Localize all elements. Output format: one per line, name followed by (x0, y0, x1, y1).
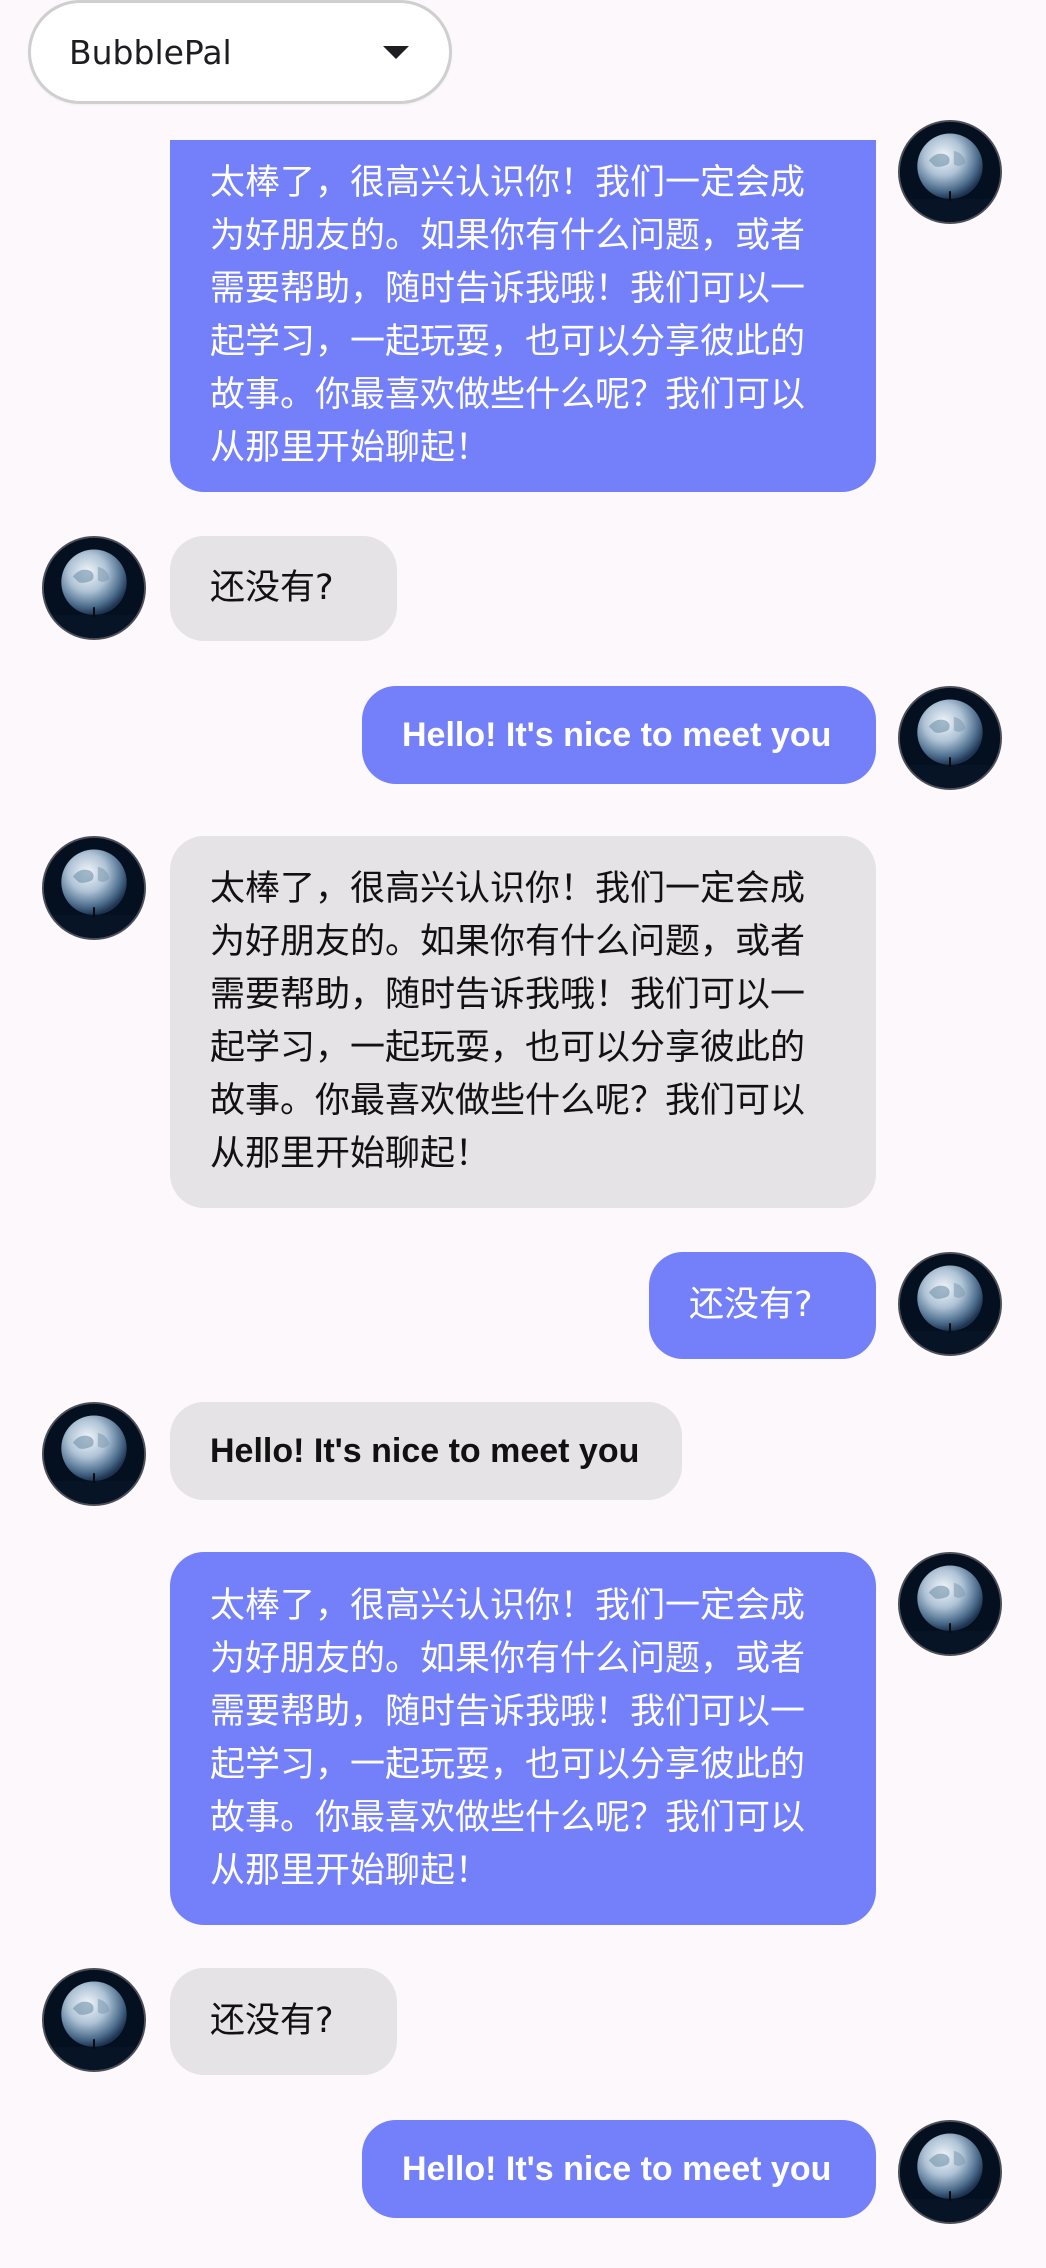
message-text: Hello! It's nice to meet you (402, 715, 832, 754)
sent-message-bubble[interactable]: 太棒了，很高兴认识你！我们一定会成为好朋友的。如果你有什么问题，或者需要帮助，随… (170, 140, 876, 492)
user-avatar[interactable] (898, 120, 1002, 224)
message-text: 还没有? (210, 2001, 334, 2041)
earth-avatar-icon (900, 688, 1000, 788)
earth-avatar-icon (44, 1404, 144, 1504)
bot-selector-dropdown[interactable]: BubblePal (28, 0, 452, 104)
earth-avatar-icon (44, 838, 144, 938)
message-text: 太棒了，很高兴认识你！我们一定会成为好朋友的。如果你有什么问题，或者需要帮助，随… (210, 163, 806, 468)
earth-avatar-icon (44, 538, 144, 638)
user-avatar[interactable] (898, 1552, 1002, 1656)
user-avatar[interactable] (898, 686, 1002, 790)
bot-selector-value: BubblePal (69, 32, 232, 72)
sent-message-bubble[interactable]: 太棒了，很高兴认识你！我们一定会成为好朋友的。如果你有什么问题，或者需要帮助，随… (170, 1552, 876, 1925)
user-avatar[interactable] (898, 1252, 1002, 1356)
received-message-bubble[interactable]: Hello! It's nice to meet you (170, 1402, 682, 1500)
received-message-bubble[interactable]: 太棒了，很高兴认识你！我们一定会成为好朋友的。如果你有什么问题，或者需要帮助，随… (170, 836, 876, 1208)
earth-avatar-icon (900, 122, 1000, 222)
sent-message-bubble[interactable]: Hello! It's nice to meet you (362, 2120, 876, 2218)
earth-avatar-icon (900, 2122, 1000, 2222)
message-text: 太棒了，很高兴认识你！我们一定会成为好朋友的。如果你有什么问题，或者需要帮助，随… (210, 869, 806, 1174)
received-message-bubble[interactable]: 还没有? (170, 536, 397, 641)
message-text: 太棒了，很高兴认识你！我们一定会成为好朋友的。如果你有什么问题，或者需要帮助，随… (210, 1585, 806, 1891)
earth-avatar-icon (44, 1970, 144, 2070)
message-text: 还没有? (689, 1285, 813, 1325)
user-avatar[interactable] (898, 2120, 1002, 2224)
message-text: Hello! It's nice to meet you (402, 2149, 832, 2188)
message-text: 还没有? (210, 568, 334, 608)
earth-avatar-icon (900, 1254, 1000, 1354)
received-message-bubble[interactable]: 还没有? (170, 1968, 397, 2075)
earth-avatar-icon (900, 1554, 1000, 1654)
message-text: Hello! It's nice to meet you (210, 1431, 640, 1470)
bot-avatar[interactable] (42, 1968, 146, 2072)
bot-avatar[interactable] (42, 536, 146, 640)
chat-list[interactable]: 太棒了，很高兴认识你！我们一定会成为好朋友的。如果你有什么问题，或者需要帮助，随… (0, 0, 1046, 2268)
caret-down-icon (383, 45, 409, 59)
bot-avatar[interactable] (42, 1402, 146, 1506)
bot-avatar[interactable] (42, 836, 146, 940)
sent-message-bubble[interactable]: 还没有? (649, 1252, 876, 1359)
sent-message-bubble[interactable]: Hello! It's nice to meet you (362, 686, 876, 784)
